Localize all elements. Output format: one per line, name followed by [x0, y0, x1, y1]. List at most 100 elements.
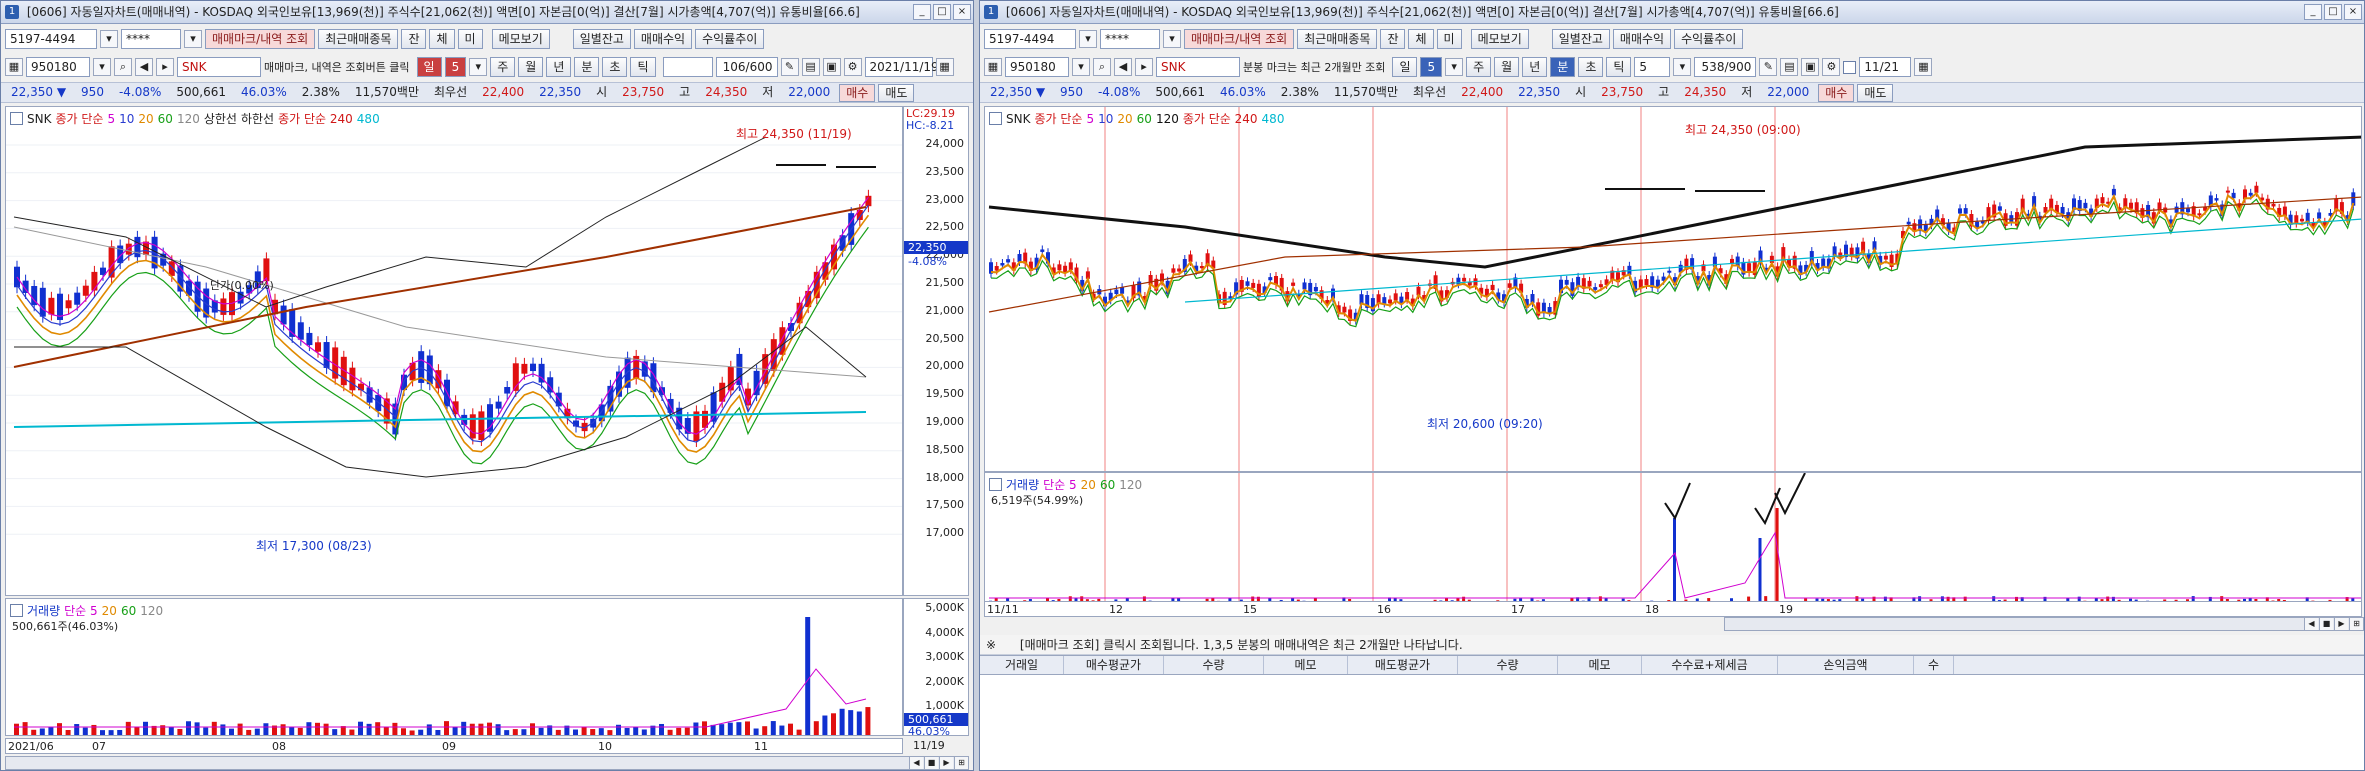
executed-button[interactable]: 체	[429, 29, 455, 49]
col-sell-qty[interactable]: 수량	[1458, 656, 1558, 674]
period-day-button[interactable]: 일	[1392, 57, 1418, 77]
period-day-button[interactable]: 일	[416, 57, 442, 77]
col-buy-memo[interactable]: 메모	[1264, 656, 1348, 674]
date-field[interactable]: 2021/11/19	[864, 57, 939, 77]
tab-second[interactable]: 초	[1578, 57, 1604, 77]
memo-view-button[interactable]: 메모보기	[491, 29, 550, 49]
tab-minute[interactable]: 분	[1550, 57, 1576, 77]
blank-field[interactable]	[662, 57, 713, 77]
trade-profit-button[interactable]: 매매수익	[1612, 29, 1672, 49]
grid-icon[interactable]: ▦	[5, 58, 23, 76]
daily-balance-button[interactable]: 일별잔고	[572, 29, 631, 49]
tools-icon[interactable]: ✎	[780, 58, 799, 76]
expand-icon[interactable]: ▸	[1135, 58, 1153, 76]
maximize-button[interactable]: □	[2324, 4, 2342, 20]
calendar-icon[interactable]: ▦	[1914, 58, 1933, 76]
stop-icon[interactable]: ■	[2319, 618, 2333, 630]
col-fees[interactable]: 수수료+제세금	[1642, 656, 1778, 674]
tab-week[interactable]: 주	[1466, 57, 1492, 77]
period-number-select[interactable]: 5	[444, 57, 467, 77]
sell-button[interactable]: 매도	[1857, 83, 1894, 102]
stock-name-field[interactable]: SNK	[1156, 57, 1240, 77]
balance-button[interactable]: 잔	[1380, 29, 1406, 49]
unexecuted-button[interactable]: 미	[1436, 29, 1462, 49]
data-count-field[interactable]: 538/900	[1694, 57, 1757, 77]
tab-minute[interactable]: 분	[574, 57, 600, 77]
date-field[interactable]: 11/21	[1859, 57, 1912, 77]
stock-code-field[interactable]: 950180	[1005, 57, 1069, 77]
password-dropdown-icon[interactable]: ▾	[1163, 30, 1181, 48]
period-dropdown-icon[interactable]: ▾	[1445, 58, 1464, 76]
legend-checkbox[interactable]	[989, 112, 1002, 125]
maximize-button[interactable]: □	[933, 4, 951, 20]
tab-year[interactable]: 년	[1522, 57, 1548, 77]
legend-checkbox[interactable]	[10, 112, 23, 125]
trade-mark-query-button[interactable]: 매매마크/내역 조회	[1184, 29, 1295, 49]
col-extra[interactable]: 수	[1914, 656, 1954, 674]
calendar-icon[interactable]: ▦	[935, 58, 954, 76]
speaker-icon[interactable]: ◀	[135, 58, 153, 76]
scroll-left-icon[interactable]: ◀	[909, 757, 923, 769]
tab-week[interactable]: 주	[490, 57, 516, 77]
data-count-field[interactable]: 106/600	[715, 57, 778, 77]
volume-legend-checkbox[interactable]	[989, 478, 1002, 491]
account-field[interactable]: 5197-4494	[5, 29, 97, 49]
settings-gear-icon[interactable]: ⚙	[843, 58, 862, 76]
date-checkbox[interactable]	[1843, 60, 1857, 74]
recent-trades-button[interactable]: 최근매매종목	[1297, 29, 1378, 49]
expand-icon[interactable]: ▸	[156, 58, 174, 76]
password-dropdown-icon[interactable]: ▾	[184, 30, 202, 48]
minimize-button[interactable]: _	[913, 4, 931, 20]
chart-scrollbar[interactable]: ◀ ■ ▶ ⊞	[5, 756, 969, 770]
col-pnl[interactable]: 손익금액	[1778, 656, 1914, 674]
daily-balance-button[interactable]: 일별잔고	[1551, 29, 1610, 49]
save-icon[interactable]: ▣	[1801, 58, 1820, 76]
executed-button[interactable]: 체	[1408, 29, 1434, 49]
settings-gear-icon[interactable]: ⚙	[1822, 58, 1841, 76]
trade-mark-query-button[interactable]: 매매마크/내역 조회	[205, 29, 316, 49]
balance-button[interactable]: 잔	[401, 29, 427, 49]
volume-chart-area[interactable]: 거래량 단순 5 20 60 120 6,519주(54.99%)	[984, 472, 2362, 609]
password-field[interactable]: ****	[121, 29, 181, 49]
price-chart-area[interactable]: SNK 종가 단순 5 10 20 60 120 상한선 하한선 종가 단순 2…	[5, 106, 903, 596]
scroll-right-icon[interactable]: ▶	[939, 757, 953, 769]
minimize-button[interactable]: _	[2304, 4, 2322, 20]
profit-trend-button[interactable]: 수익률추이	[695, 29, 765, 49]
col-sell-avg[interactable]: 매도평균가	[1348, 656, 1458, 674]
period-dropdown-icon[interactable]: ▾	[469, 58, 488, 76]
search-icon[interactable]: ⌕	[114, 58, 132, 76]
interval-dropdown-icon[interactable]: ▾	[1673, 58, 1692, 76]
price-chart-area[interactable]: SNK 종가 단순 5 10 20 60 120 종가 단순 240 480 최…	[984, 106, 2362, 472]
tab-tick[interactable]: 틱	[1606, 57, 1632, 77]
stock-code-field[interactable]: 950180	[26, 57, 90, 77]
tab-month[interactable]: 월	[518, 57, 544, 77]
close-button[interactable]: ×	[2344, 4, 2362, 20]
tab-year[interactable]: 년	[546, 57, 572, 77]
col-trade-date[interactable]: 거래일	[980, 656, 1064, 674]
volume-chart-area[interactable]: 거래량 단순 5 20 60 120 500,661주(46.03%)	[5, 598, 903, 736]
zoom-icon[interactable]: ⊞	[954, 757, 968, 769]
buy-button[interactable]: 매수	[1818, 83, 1855, 102]
col-buy-qty[interactable]: 수량	[1164, 656, 1264, 674]
search-icon[interactable]: ⌕	[1093, 58, 1111, 76]
code-dropdown-icon[interactable]: ▾	[1072, 58, 1090, 76]
buy-button[interactable]: 매수	[839, 83, 876, 102]
stock-name-field[interactable]: SNK	[177, 57, 261, 77]
trade-profit-button[interactable]: 매매수익	[633, 29, 693, 49]
account-dropdown-icon[interactable]: ▾	[1079, 30, 1097, 48]
recent-trades-button[interactable]: 최근매매종목	[318, 29, 399, 49]
account-field[interactable]: 5197-4494	[984, 29, 1076, 49]
sell-button[interactable]: 매도	[878, 83, 915, 102]
stop-icon[interactable]: ■	[924, 757, 938, 769]
minute-interval-field[interactable]: 5	[1634, 57, 1671, 77]
tools-icon[interactable]: ✎	[1759, 58, 1778, 76]
volume-legend-checkbox[interactable]	[10, 604, 23, 617]
unexecuted-button[interactable]: 미	[457, 29, 483, 49]
chart-scrollbar[interactable]: ◀ ■ ▶ ⊞	[1724, 617, 2364, 631]
period-number-select[interactable]: 5	[1420, 57, 1443, 77]
tab-month[interactable]: 월	[1494, 57, 1520, 77]
chart-icon[interactable]: ▤	[801, 58, 820, 76]
save-icon[interactable]: ▣	[822, 58, 841, 76]
zoom-icon[interactable]: ⊞	[2349, 618, 2363, 630]
grid-icon[interactable]: ▦	[984, 58, 1002, 76]
